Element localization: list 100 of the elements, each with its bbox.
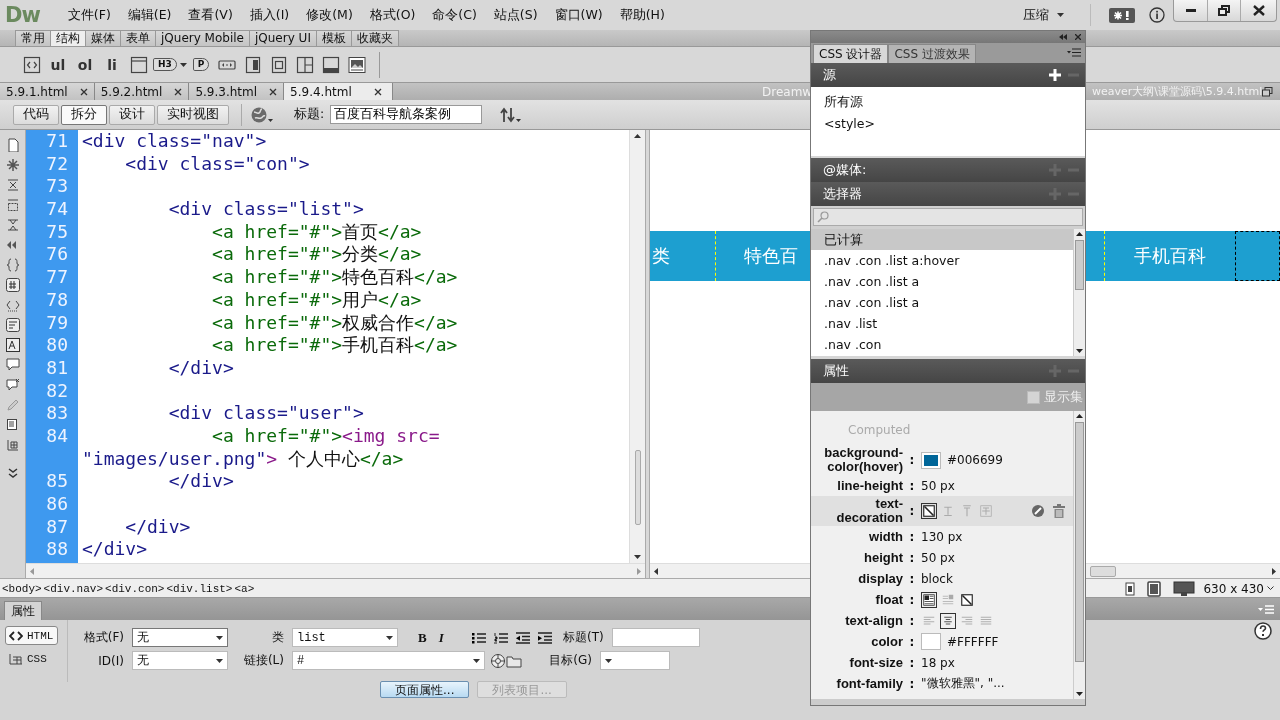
file-transfer-icon[interactable] — [498, 105, 523, 124]
table-icon[interactable] — [5, 438, 20, 452]
code-brackets-icon[interactable] — [23, 55, 41, 74]
info-icon[interactable] — [1149, 7, 1165, 23]
document-tab[interactable]: 5.9.2.html — [94, 83, 190, 100]
selector-item[interactable]: .nav .con .list a — [811, 271, 1073, 292]
bold-button[interactable]: B — [418, 629, 427, 646]
document-icon[interactable] — [5, 138, 20, 152]
insert-tab[interactable]: 表单 — [120, 30, 156, 46]
selector-item[interactable]: .nav .con — [811, 334, 1073, 355]
property-value[interactable]: #006699 — [947, 453, 1003, 467]
menu-item[interactable]: 修改(M) — [298, 4, 362, 26]
scroll-up-icon[interactable] — [1076, 414, 1083, 418]
restore-icon[interactable] — [1262, 86, 1274, 97]
panel-tab[interactable]: CSS 过渡效果 — [888, 44, 976, 63]
indent-icon[interactable] — [537, 631, 552, 644]
picture-icon[interactable] — [348, 55, 367, 74]
scrollbar-thumb[interactable] — [1075, 422, 1084, 662]
tag-selector-item[interactable]: <a> — [234, 582, 255, 595]
scroll-up-icon[interactable] — [1076, 232, 1083, 236]
tag-selector-item[interactable]: <div.nav> — [43, 582, 104, 595]
selector-item[interactable]: .nav .con .list a:hover — [811, 250, 1073, 271]
property-value[interactable]: 18 px — [921, 655, 955, 670]
color-swatch[interactable] — [921, 451, 941, 469]
panel-split-icon[interactable] — [296, 55, 315, 74]
insert-tab[interactable]: 常用 — [15, 30, 51, 46]
format-dropdown[interactable]: 无 — [132, 628, 228, 647]
view-button[interactable]: 代码 — [13, 104, 59, 125]
view-button[interactable]: 设计 — [109, 104, 155, 125]
mode-button[interactable]: CSS — [5, 649, 58, 668]
property-value[interactable]: block — [921, 571, 953, 586]
hash-icon[interactable] — [5, 278, 20, 292]
close-icon[interactable] — [269, 87, 278, 96]
property-value[interactable]: #FFFFFF — [947, 634, 999, 649]
menu-item[interactable]: 文件(F) — [59, 4, 120, 26]
scroll-right-icon[interactable] — [1272, 567, 1276, 575]
insert-tab[interactable]: jQuery UI — [249, 30, 317, 46]
float-left-icon[interactable] — [921, 591, 937, 608]
braces-icon[interactable] — [5, 258, 20, 272]
menu-item[interactable]: 查看(V) — [180, 4, 242, 26]
globe-dropdown-icon[interactable] — [250, 105, 274, 124]
source-item[interactable]: 所有源 — [811, 91, 1085, 113]
id-dropdown[interactable]: 无 — [132, 651, 228, 670]
panel-right-icon[interactable] — [244, 55, 263, 74]
scrollbar-thumb[interactable] — [1075, 240, 1084, 290]
bullet-list-icon[interactable] — [471, 631, 486, 644]
title-input[interactable] — [611, 628, 700, 647]
wrap-icon[interactable] — [5, 318, 20, 332]
insert-tab[interactable]: 模板 — [315, 30, 352, 46]
collapse-icon[interactable] — [1059, 34, 1067, 40]
title-field[interactable]: 百度百科导航条案例 — [330, 105, 483, 124]
selector-item[interactable]: 已计算 — [811, 229, 1073, 250]
selector-search-field[interactable] — [813, 208, 1083, 226]
asterisk-icon[interactable] — [5, 158, 20, 172]
show-set-checkbox[interactable] — [1027, 390, 1040, 404]
phone-size-icon[interactable] — [1125, 581, 1136, 596]
gear-badge-icon[interactable] — [1109, 7, 1135, 23]
source-item[interactable]: <style> — [811, 113, 1085, 135]
folder-icon[interactable] — [506, 653, 522, 668]
insert-tab[interactable]: 媒体 — [85, 30, 121, 46]
property-value[interactable]: 50 px — [921, 550, 955, 565]
property-value[interactable]: "微软雅黑", "... — [921, 675, 1005, 692]
insert-tab[interactable]: 收藏夹 — [350, 30, 399, 46]
panel-bottom-icon[interactable] — [322, 55, 341, 74]
tag-selector-item[interactable]: <div.list> — [166, 582, 233, 595]
menu-item[interactable]: 站点(S) — [485, 4, 547, 26]
expand-icon[interactable] — [5, 178, 20, 192]
mode-button[interactable]: HTML — [5, 626, 58, 645]
none-icon[interactable] — [921, 503, 937, 519]
panel-center-icon[interactable] — [270, 55, 289, 74]
tag-selector-item[interactable]: <div.con> — [105, 582, 165, 595]
insert-tab[interactable]: jQuery Mobile — [155, 30, 250, 46]
panel-menu-icon[interactable] — [1258, 605, 1274, 615]
tag-icon[interactable] — [5, 298, 20, 312]
panel-tab[interactable]: CSS 设计器 — [813, 44, 889, 63]
select-block-icon[interactable] — [5, 198, 20, 212]
view-button[interactable]: 实时视图 — [157, 104, 229, 125]
scroll-down-icon[interactable] — [1076, 692, 1083, 696]
numbered-list-icon[interactable] — [493, 631, 508, 644]
tag-insert-button[interactable]: P — [192, 58, 210, 71]
header-block-icon[interactable] — [130, 55, 148, 74]
format-icon[interactable] — [5, 338, 20, 352]
document-tab[interactable]: 5.9.3.html — [189, 83, 285, 100]
link-field[interactable]: # — [292, 651, 485, 670]
disable-icon[interactable] — [1031, 504, 1045, 518]
collapse-icon[interactable] — [5, 218, 20, 232]
list-tag-button[interactable]: ul — [46, 53, 70, 76]
tag-selector-item[interactable]: <body> — [2, 582, 42, 595]
close-icon[interactable] — [1075, 34, 1081, 40]
help-icon[interactable] — [1254, 622, 1272, 640]
view-button[interactable]: 拆分 — [61, 104, 107, 125]
document-tab[interactable]: 5.9.1.html — [0, 83, 95, 100]
outdent-icon[interactable] — [515, 631, 530, 644]
comment-icon[interactable] — [5, 358, 20, 372]
selector-item[interactable]: .nav .con .list a — [811, 292, 1073, 313]
selector-item[interactable]: .nav .list — [811, 313, 1073, 334]
workspace-switcher[interactable]: 压缩 — [1019, 4, 1068, 26]
color-swatch[interactable] — [921, 633, 941, 650]
menu-item[interactable]: 格式(O) — [361, 4, 425, 26]
close-icon[interactable] — [174, 87, 183, 96]
